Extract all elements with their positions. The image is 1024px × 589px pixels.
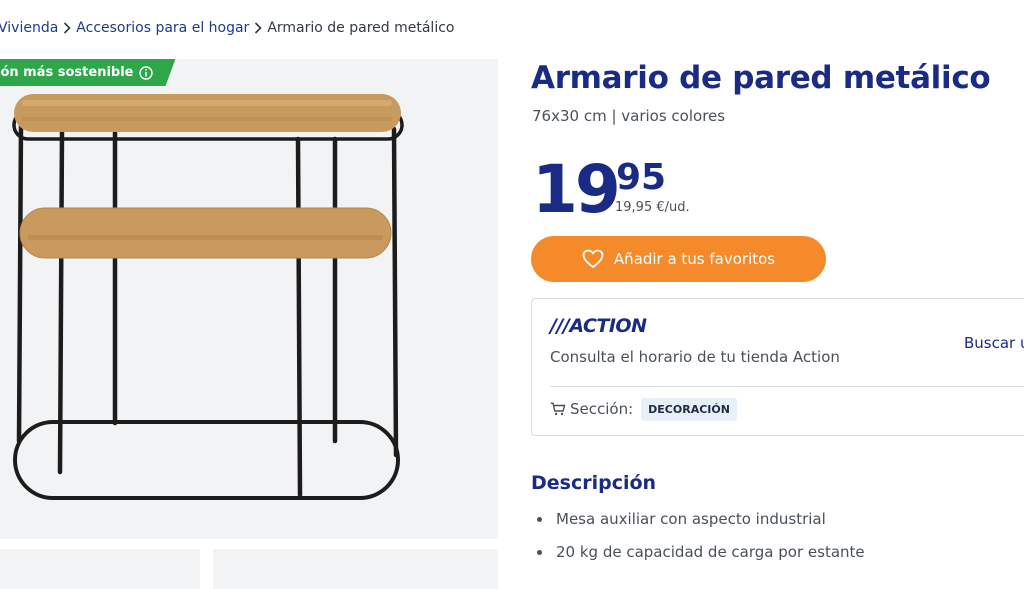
breadcrumb-link-vivienda[interactable]: Vivienda [0, 20, 58, 36]
product-thumbnail[interactable] [0, 549, 200, 589]
cart-icon [550, 402, 566, 416]
action-logo: ///ACTION [550, 315, 647, 337]
sustainability-badge-label: ión más sostenible [0, 65, 134, 80]
price-decimal: 95 [616, 157, 667, 198]
product-photo [12, 94, 404, 500]
section-row: Sección: DECORACIÓN [550, 396, 737, 422]
product-subtitle: 76x30 cm | varios colores [532, 107, 726, 125]
chevron-right-icon [58, 22, 76, 34]
divider [550, 386, 1024, 387]
product-thumbnail[interactable] [213, 549, 498, 589]
breadcrumb: Vivienda Accesorios para el hogar Armari… [0, 18, 454, 38]
description-heading: Descripción [531, 472, 657, 494]
chevron-right-icon [249, 22, 267, 34]
info-icon[interactable] [139, 66, 153, 80]
breadcrumb-link-accesorios[interactable]: Accesorios para el hogar [76, 20, 249, 36]
heart-icon [582, 249, 604, 268]
description-list: Mesa auxiliar con aspecto industrial 20 … [531, 508, 865, 574]
add-to-favorites-label: Añadir a tus favoritos [613, 250, 776, 268]
list-item: Mesa auxiliar con aspecto industrial [531, 508, 865, 541]
sustainability-badge[interactable]: ión más sostenible [0, 59, 175, 86]
product-title: Armario de pared metálico [531, 60, 991, 96]
unit-price: 19,95 €/ud. [615, 200, 690, 215]
find-store-link[interactable]: Buscar u [964, 334, 1024, 352]
list-item: 20 kg de capacidad de carga por estante [531, 541, 865, 574]
breadcrumb-current: Armario de pared metálico [267, 20, 455, 36]
price-integer: 19 [532, 151, 621, 228]
section-label: Sección: [570, 400, 634, 418]
store-card: ///ACTION Consulta el horario de tu tien… [531, 298, 1024, 436]
section-tag[interactable]: DECORACIÓN [641, 397, 737, 421]
store-hours-hint: Consulta el horario de tu tienda Action [550, 348, 840, 366]
add-to-favorites-button[interactable]: Añadir a tus favoritos [531, 236, 826, 282]
product-image-main[interactable]: ión más sostenible [0, 59, 498, 539]
